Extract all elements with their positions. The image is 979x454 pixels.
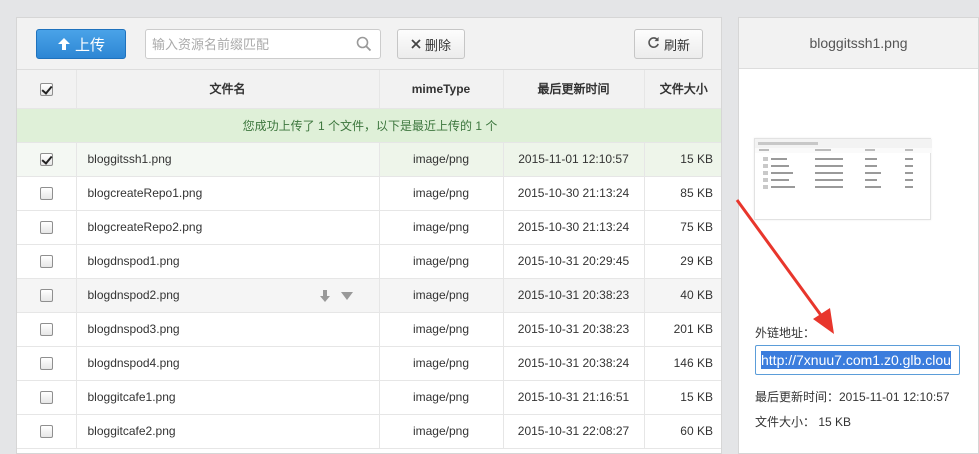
caret-down-icon[interactable] [340, 290, 353, 305]
file-mime: image/png [379, 346, 504, 381]
table-row[interactable]: blogdnspod4.png image/png 2015-10-31 20:… [17, 346, 721, 381]
file-table: 文件名 mimeType 最后更新时间 文件大小 您成功上传了 1 个文件，以下… [17, 70, 721, 449]
row-checkbox[interactable] [39, 255, 53, 269]
file-detail-panel: bloggitssh1.png 外链地址： http://7xnuu7.com1… [738, 17, 979, 454]
refresh-icon [647, 36, 660, 52]
table-row[interactable]: blogdnspod1.png image/png 2015-10-31 20:… [17, 244, 721, 279]
file-mime: image/png [379, 414, 504, 449]
file-size: 201 KB [644, 312, 721, 347]
file-mime: image/png [379, 278, 504, 313]
file-mime: image/png [379, 244, 504, 279]
row-checkbox[interactable] [39, 323, 53, 337]
row-checkbox[interactable] [39, 221, 53, 235]
upload-button-label: 上传 [74, 36, 105, 54]
file-size: 85 KB [644, 176, 721, 211]
file-name[interactable]: blogcreateRepo2.png [76, 210, 380, 245]
row-checkbox[interactable] [39, 289, 53, 303]
table-row[interactable]: bloggitssh1.png image/png 2015-11-01 12:… [17, 142, 721, 177]
file-name[interactable]: bloggitcafe1.png [76, 380, 380, 415]
file-time: 2015-10-31 22:08:27 [503, 414, 645, 449]
table-row[interactable]: blogcreateRepo2.png image/png 2015-10-30… [17, 210, 721, 245]
delete-button-label: 删除 [424, 37, 451, 53]
file-name[interactable]: blogcreateRepo1.png [76, 176, 380, 211]
search-field[interactable] [145, 29, 381, 59]
delete-button[interactable]: 删除 [397, 29, 465, 59]
image-preview[interactable] [754, 138, 932, 220]
table-row[interactable]: blogdnspod3.png image/png 2015-10-31 20:… [17, 312, 721, 347]
row-checkbox[interactable] [39, 153, 53, 167]
file-mime: image/png [379, 312, 504, 347]
link-field[interactable]: http://7xnuu7.com1.z0.glb.clou [755, 345, 960, 375]
file-name[interactable]: bloggitcafe2.png [76, 414, 380, 449]
file-time: 2015-10-30 21:13:24 [503, 210, 645, 245]
file-size: 15 KB [644, 380, 721, 415]
file-name[interactable]: bloggitssh1.png [76, 142, 380, 177]
row-checkbox[interactable] [39, 391, 53, 405]
file-size: 29 KB [644, 244, 721, 279]
search-input[interactable] [146, 30, 346, 58]
file-time: 2015-11-01 12:10:57 [503, 142, 645, 177]
file-mime: image/png [379, 210, 504, 245]
select-all-checkbox[interactable] [39, 82, 53, 96]
file-name[interactable]: blogdnspod3.png [76, 312, 380, 347]
row-actions [319, 289, 353, 305]
column-header-time[interactable]: 最后更新时间 [503, 70, 645, 109]
column-header-mime[interactable]: mimeType [379, 70, 504, 109]
file-size: 60 KB [644, 414, 721, 449]
file-size: 75 KB [644, 210, 721, 245]
file-name[interactable]: blogdnspod4.png [76, 346, 380, 381]
detail-title: bloggitssh1.png [739, 18, 978, 69]
file-mime: image/png [379, 176, 504, 211]
column-header-name[interactable]: 文件名 [76, 70, 380, 109]
table-row[interactable]: blogdnspod2.png image/png 2015-10-31 20:… [17, 278, 721, 313]
row-checkbox[interactable] [39, 357, 53, 371]
table-row[interactable]: blogcreateRepo1.png image/png 2015-10-30… [17, 176, 721, 211]
upload-notice: 您成功上传了 1 个文件，以下是最近上传的 1 个 [17, 108, 721, 143]
file-time: 2015-10-31 20:38:23 [503, 312, 645, 347]
file-size: 146 KB [644, 346, 721, 381]
file-time: 2015-10-30 21:13:24 [503, 176, 645, 211]
upload-notice-row: 您成功上传了 1 个文件，以下是最近上传的 1 个 [17, 108, 721, 143]
toolbar: 上传 删除 刷新 [17, 18, 721, 70]
select-all-cell[interactable] [17, 70, 77, 109]
arrow-up-icon [57, 37, 71, 51]
file-time: 2015-10-31 20:38:24 [503, 346, 645, 381]
refresh-button-label: 刷新 [663, 37, 690, 53]
file-time: 2015-10-31 21:16:51 [503, 380, 645, 415]
file-name[interactable]: blogdnspod2.png [88, 288, 180, 302]
row-checkbox[interactable] [39, 187, 53, 201]
file-mime: image/png [379, 142, 504, 177]
link-value[interactable]: http://7xnuu7.com1.z0.glb.clou [761, 351, 951, 369]
upload-button[interactable]: 上传 [36, 29, 126, 59]
file-size-info: 文件大小： 15 KB [755, 415, 852, 429]
search-icon[interactable] [356, 36, 372, 55]
file-name-cell[interactable]: blogdnspod2.png [76, 278, 380, 313]
link-label: 外链地址： [755, 326, 816, 340]
file-time: 2015-10-31 20:38:23 [503, 278, 645, 313]
file-size: 40 KB [644, 278, 721, 313]
download-icon[interactable] [319, 289, 331, 305]
close-icon [411, 37, 421, 52]
table-row[interactable]: bloggitcafe2.png image/png 2015-10-31 22… [17, 414, 721, 449]
row-checkbox[interactable] [39, 425, 53, 439]
file-name[interactable]: blogdnspod1.png [76, 244, 380, 279]
file-time: 2015-10-31 20:29:45 [503, 244, 645, 279]
file-size: 15 KB [644, 142, 721, 177]
column-header-size[interactable]: 文件大小 [644, 70, 721, 109]
refresh-button[interactable]: 刷新 [634, 29, 703, 59]
last-updated: 最后更新时间：2015-11-01 12:10:57 [755, 390, 950, 404]
file-list-panel: 上传 删除 刷新 文件名 mimeType [16, 17, 722, 454]
file-mime: image/png [379, 380, 504, 415]
table-row[interactable]: bloggitcafe1.png image/png 2015-10-31 21… [17, 380, 721, 415]
table-header-row: 文件名 mimeType 最后更新时间 文件大小 [17, 70, 721, 109]
